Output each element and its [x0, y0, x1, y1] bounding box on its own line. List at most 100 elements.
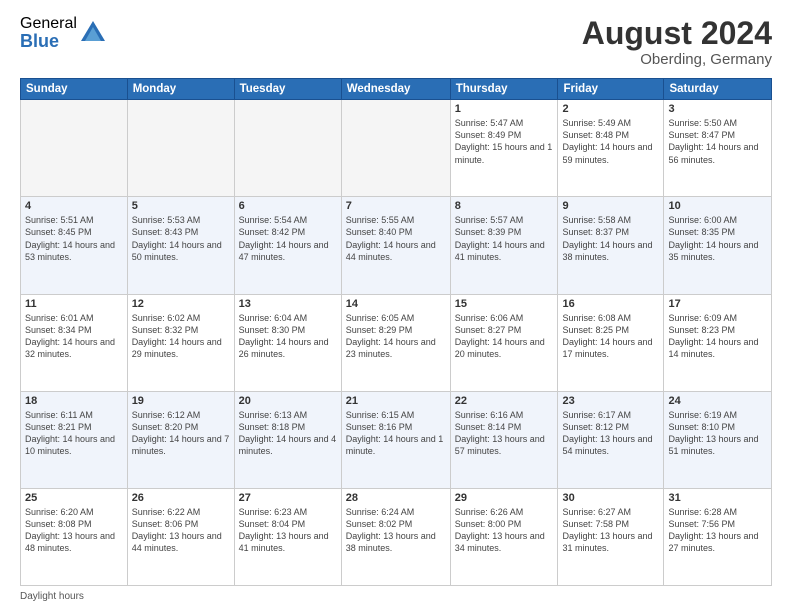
day-number: 4 — [25, 200, 123, 212]
day-info: Sunrise: 6:08 AM Sunset: 8:25 PM Dayligh… — [562, 312, 659, 361]
month-year-title: August 2024 — [582, 16, 772, 51]
day-number: 8 — [455, 200, 554, 212]
table-row: 21Sunrise: 6:15 AM Sunset: 8:16 PM Dayli… — [341, 391, 450, 488]
day-number: 6 — [239, 200, 337, 212]
day-number: 20 — [239, 395, 337, 407]
logo-area: General Blue — [20, 16, 107, 50]
calendar-week-row: 1Sunrise: 5:47 AM Sunset: 8:49 PM Daylig… — [21, 100, 772, 197]
day-info: Sunrise: 6:06 AM Sunset: 8:27 PM Dayligh… — [455, 312, 554, 361]
day-info: Sunrise: 6:01 AM Sunset: 8:34 PM Dayligh… — [25, 312, 123, 361]
day-number: 26 — [132, 492, 230, 504]
table-row: 27 Sunrise: 6:23 AM Sunset: 8:04 PM Dayli… — [234, 488, 341, 585]
day-number: 23 — [562, 395, 659, 407]
calendar-week-row: 25Sunrise: 6:20 AM Sunset: 8:08 PM Dayli… — [21, 488, 772, 585]
day-info: Sunrise: 6:24 AM Sunset: 8:02 PM Dayligh… — [346, 506, 446, 555]
day-info: Sunrise: 6:20 AM Sunset: 8:08 PM Dayligh… — [25, 506, 123, 555]
table-row — [234, 100, 341, 197]
title-area: August 2024 Oberding, Germany — [582, 16, 772, 68]
table-row: 17 Sunrise: 6:09 AM Sunset: 8:23 PM Dayli… — [664, 294, 772, 391]
day-number: 5 — [132, 200, 230, 212]
day-info: Sunrise: 5:54 AM Sunset: 8:42 PM Dayligh… — [239, 214, 337, 263]
table-row: 15 Sunrise: 6:06 AM Sunset: 8:27 PM Dayli… — [450, 294, 558, 391]
day-number: 18 — [25, 395, 123, 407]
day-info: Sunrise: 6:23 AM Sunset: 8:04 PM Dayligh… — [239, 506, 337, 555]
day-info: Sunrise: 6:26 AM Sunset: 8:00 PM Dayligh… — [455, 506, 554, 555]
table-row: 2 Sunrise: 5:49 AM Sunset: 8:48 PM Daylig… — [558, 100, 664, 197]
header-row: Sunday Monday Tuesday Wednesday Thursday… — [21, 79, 772, 100]
table-row: 18Sunrise: 6:11 AM Sunset: 8:21 PM Dayli… — [21, 391, 128, 488]
table-row: 16 Sunrise: 6:08 AM Sunset: 8:25 PM Dayli… — [558, 294, 664, 391]
calendar-table: Sunday Monday Tuesday Wednesday Thursday… — [20, 78, 772, 586]
table-row: 31Sunrise: 6:28 AM Sunset: 7:56 PM Dayli… — [664, 488, 772, 585]
table-row: 4 Sunrise: 5:51 AM Sunset: 8:45 PM Daylig… — [21, 197, 128, 294]
table-row: 6 Sunrise: 5:54 AM Sunset: 8:42 PM Daylig… — [234, 197, 341, 294]
logo-icon — [79, 19, 107, 47]
table-row: 28 Sunrise: 6:24 AM Sunset: 8:02 PM Dayli… — [341, 488, 450, 585]
table-row: 11Sunrise: 6:01 AM Sunset: 8:34 PM Dayli… — [21, 294, 128, 391]
table-row: 22 Sunrise: 6:16 AM Sunset: 8:14 PM Dayli… — [450, 391, 558, 488]
table-row — [21, 100, 128, 197]
day-info: Sunrise: 6:04 AM Sunset: 8:30 PM Dayligh… — [239, 312, 337, 361]
day-info: Sunrise: 5:57 AM Sunset: 8:39 PM Dayligh… — [455, 214, 554, 263]
header: General Blue August 2024 Oberding, Germa… — [20, 16, 772, 68]
table-row — [127, 100, 234, 197]
day-number: 7 — [346, 200, 446, 212]
col-tuesday: Tuesday — [234, 79, 341, 100]
day-number: 27 — [239, 492, 337, 504]
location-subtitle: Oberding, Germany — [582, 51, 772, 68]
day-number: 19 — [132, 395, 230, 407]
day-number: 9 — [562, 200, 659, 212]
day-number: 15 — [455, 298, 554, 310]
day-info: Sunrise: 5:50 AM Sunset: 8:47 PM Dayligh… — [668, 117, 767, 166]
table-row: 3 Sunrise: 5:50 AM Sunset: 8:47 PM Daylig… — [664, 100, 772, 197]
table-row: 13 Sunrise: 6:04 AM Sunset: 8:30 PM Dayli… — [234, 294, 341, 391]
col-saturday: Saturday — [664, 79, 772, 100]
table-row: 7Sunrise: 5:55 AM Sunset: 8:40 PM Daylig… — [341, 197, 450, 294]
table-row: 9 Sunrise: 5:58 AM Sunset: 8:37 PM Daylig… — [558, 197, 664, 294]
day-number: 10 — [668, 200, 767, 212]
day-number: 1 — [455, 103, 554, 115]
footer-note: Daylight hours — [20, 591, 772, 602]
day-info: Sunrise: 6:27 AM Sunset: 7:58 PM Dayligh… — [562, 506, 659, 555]
table-row: 10 Sunrise: 6:00 AM Sunset: 8:35 PM Dayli… — [664, 197, 772, 294]
day-info: Sunrise: 5:49 AM Sunset: 8:48 PM Dayligh… — [562, 117, 659, 166]
col-wednesday: Wednesday — [341, 79, 450, 100]
day-info: Sunrise: 6:16 AM Sunset: 8:14 PM Dayligh… — [455, 409, 554, 458]
day-number: 30 — [562, 492, 659, 504]
logo-blue: Blue — [20, 32, 77, 50]
calendar-week-row: 11Sunrise: 6:01 AM Sunset: 8:34 PM Dayli… — [21, 294, 772, 391]
day-info: Sunrise: 6:02 AM Sunset: 8:32 PM Dayligh… — [132, 312, 230, 361]
day-info: Sunrise: 5:53 AM Sunset: 8:43 PM Dayligh… — [132, 214, 230, 263]
day-number: 3 — [668, 103, 767, 115]
table-row: 25Sunrise: 6:20 AM Sunset: 8:08 PM Dayli… — [21, 488, 128, 585]
table-row: 19Sunrise: 6:12 AM Sunset: 8:20 PM Dayli… — [127, 391, 234, 488]
day-info: Sunrise: 6:09 AM Sunset: 8:23 PM Dayligh… — [668, 312, 767, 361]
day-number: 13 — [239, 298, 337, 310]
page: General Blue August 2024 Oberding, Germa… — [0, 0, 792, 612]
col-monday: Monday — [127, 79, 234, 100]
day-number: 22 — [455, 395, 554, 407]
day-number: 17 — [668, 298, 767, 310]
day-info: Sunrise: 6:22 AM Sunset: 8:06 PM Dayligh… — [132, 506, 230, 555]
day-info: Sunrise: 6:19 AM Sunset: 8:10 PM Dayligh… — [668, 409, 767, 458]
day-number: 16 — [562, 298, 659, 310]
calendar-week-row: 4 Sunrise: 5:51 AM Sunset: 8:45 PM Daylig… — [21, 197, 772, 294]
day-number: 24 — [668, 395, 767, 407]
day-number: 28 — [346, 492, 446, 504]
day-info: Sunrise: 6:00 AM Sunset: 8:35 PM Dayligh… — [668, 214, 767, 263]
day-info: Sunrise: 6:17 AM Sunset: 8:12 PM Dayligh… — [562, 409, 659, 458]
table-row: 30 Sunrise: 6:27 AM Sunset: 7:58 PM Dayli… — [558, 488, 664, 585]
day-info: Sunrise: 5:58 AM Sunset: 8:37 PM Dayligh… — [562, 214, 659, 263]
table-row: 8 Sunrise: 5:57 AM Sunset: 8:39 PM Daylig… — [450, 197, 558, 294]
table-row: 14Sunrise: 6:05 AM Sunset: 8:29 PM Dayli… — [341, 294, 450, 391]
day-number: 2 — [562, 103, 659, 115]
day-number: 14 — [346, 298, 446, 310]
day-info: Sunrise: 5:51 AM Sunset: 8:45 PM Dayligh… — [25, 214, 123, 263]
table-row: 26 Sunrise: 6:22 AM Sunset: 8:06 PM Dayli… — [127, 488, 234, 585]
table-row — [341, 100, 450, 197]
day-number: 29 — [455, 492, 554, 504]
table-row: 12Sunrise: 6:02 AM Sunset: 8:32 PM Dayli… — [127, 294, 234, 391]
col-sunday: Sunday — [21, 79, 128, 100]
col-thursday: Thursday — [450, 79, 558, 100]
day-number: 21 — [346, 395, 446, 407]
